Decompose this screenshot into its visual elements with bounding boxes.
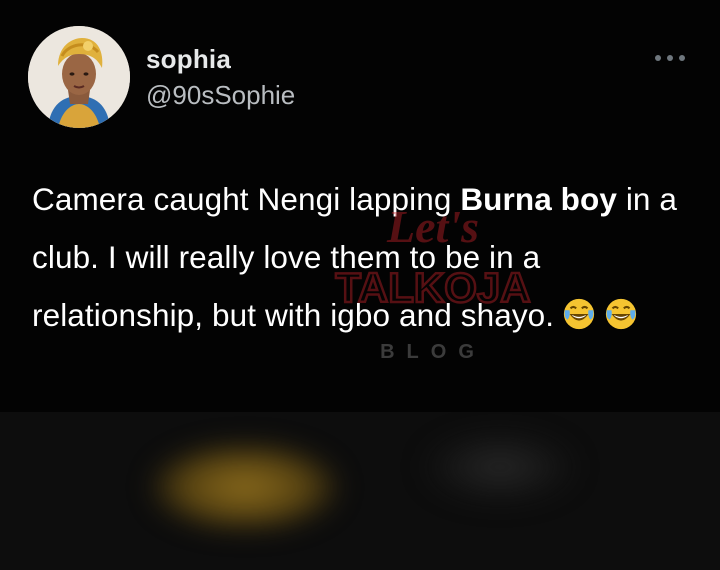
dot-icon [667,55,673,61]
display-name[interactable]: sophia [146,44,231,75]
laughing-tears-emoji-icon [604,297,638,331]
avatar[interactable] [28,26,130,128]
blurred-highlight [150,442,340,532]
blurred-shadow [420,432,580,502]
user-handle[interactable]: @90sSophie [146,80,295,111]
dot-icon [655,55,661,61]
tweet-card: sophia @90sSophie Camera caught Nengi la… [0,0,720,412]
tweet-text: Camera caught Nengi lapping Burna boy in… [32,170,702,344]
screenshot: sophia @90sSophie Camera caught Nengi la… [0,0,720,570]
dot-icon [679,55,685,61]
tweet-text-bold: Burna boy [460,181,617,217]
avatar-image [28,26,130,128]
tweet-text-part-1: Camera caught Nengi lapping [32,181,461,217]
laughing-tears-emoji-icon [562,297,596,331]
watermark-line-3: BLOG [380,341,486,363]
blurred-media-preview[interactable] [0,412,720,570]
more-options-button[interactable] [648,46,692,70]
